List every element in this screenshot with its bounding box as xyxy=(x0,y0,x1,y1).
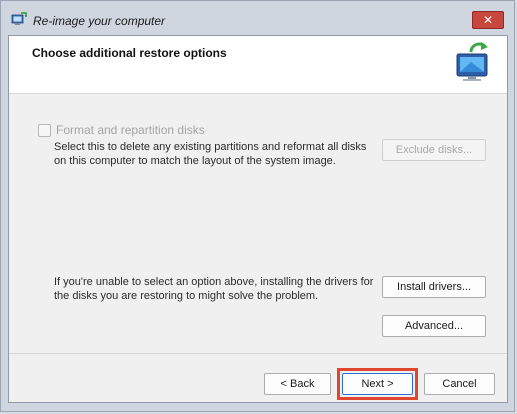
footer-divider xyxy=(9,353,507,354)
back-button[interactable]: < Back xyxy=(264,373,331,395)
dialog-content: Choose additional restore options Format… xyxy=(8,35,508,403)
close-icon: ✕ xyxy=(482,13,494,27)
format-disks-checkbox[interactable] xyxy=(38,123,51,137)
install-drivers-button[interactable]: Install drivers... xyxy=(382,276,486,298)
next-button[interactable]: Next > xyxy=(342,373,413,395)
page-title: Choose additional restore options xyxy=(32,46,227,60)
cancel-button[interactable]: Cancel xyxy=(424,373,495,395)
reimage-dialog: Re-image your computer ✕ Choose addition… xyxy=(0,0,515,412)
format-disks-label: Format and repartition disks xyxy=(56,123,205,137)
format-disks-option: Format and repartition disks xyxy=(38,123,205,137)
advanced-button[interactable]: Advanced... xyxy=(382,315,486,337)
exclude-disks-button[interactable]: Exclude disks... xyxy=(382,139,486,161)
close-button[interactable]: ✕ xyxy=(472,11,504,29)
backup-restore-icon xyxy=(11,12,27,25)
format-description: Select this to delete any existing parti… xyxy=(54,141,367,167)
computer-restore-icon xyxy=(456,42,488,81)
window-title: Re-image your computer xyxy=(33,14,166,28)
title-bar: Re-image your computer ✕ xyxy=(1,1,514,35)
driver-description: If you're unable to select an option abo… xyxy=(54,276,374,302)
header-panel: Choose additional restore options xyxy=(9,36,507,94)
